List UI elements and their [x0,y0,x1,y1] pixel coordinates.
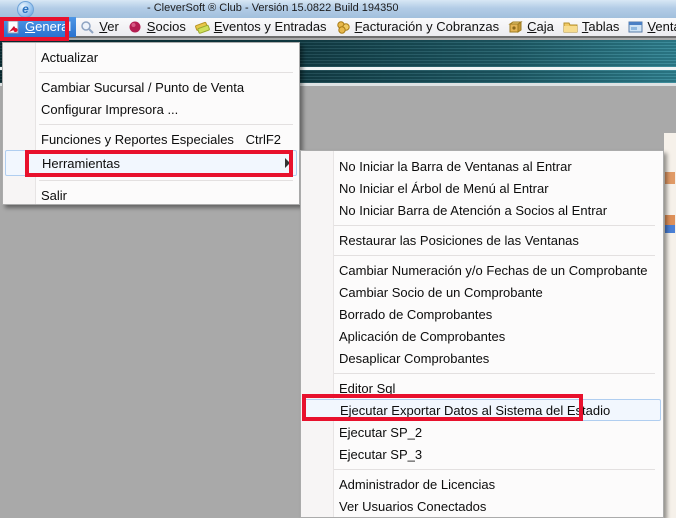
submenu-item-no-iniciar-barra-ventanas[interactable]: No Iniciar la Barra de Ventanas al Entra… [303,155,661,177]
menu-item-funciones-reportes[interactable]: Funciones y Reportes Especiales CtrlF2 [5,128,297,150]
menu-item-label: No Iniciar el Árbol de Menú al Entrar [339,181,549,196]
submenu-item-ejecutar-sp2[interactable]: Ejecutar SP_2 [303,421,661,443]
submenu-item-cambiar-socio[interactable]: Cambiar Socio de un Comprobante [303,281,661,303]
coins-icon [336,20,351,34]
menu-item-label: Actualizar [41,50,98,65]
menubar-item-label: Socios [147,19,186,34]
menubar-item-facturacion[interactable]: Facturación y Cobranzas [332,17,505,37]
app-icon: e [17,1,34,18]
menu-item-configurar-impresora[interactable]: Configurar Impresora ... [5,98,297,120]
submenu-item-ver-usuarios-conectados[interactable]: Ver Usuarios Conectados [303,495,661,517]
menu-separator [301,369,663,377]
menu-item-label: No Iniciar la Barra de Ventanas al Entra… [339,159,572,174]
safe-icon [508,20,523,34]
menu-item-salir[interactable]: Salir [5,184,297,206]
submenu-item-administrador-licencias[interactable]: Administrador de Licencias [303,473,661,495]
menu-separator [301,251,663,259]
submenu-arrow-icon [285,158,290,168]
background-fragment [665,172,675,184]
menu-item-label: Desaplicar Comprobantes [339,351,489,366]
menu-item-label: Ejecutar Exportar Datos al Sistema del E… [340,403,610,418]
menu-item-label: Ver Usuarios Conectados [339,499,486,514]
menu-item-label: Administrador de Licencias [339,477,495,492]
menu-item-shortcut: CtrlF2 [246,132,297,147]
menu-separator [3,68,299,76]
menu-separator [301,465,663,473]
submenu-item-borrado-comprobantes[interactable]: Borrado de Comprobantes [303,303,661,325]
title-bar: e - CleverSoft ® Club - Versión 15.0822 … [0,0,676,18]
submenu-item-restaurar-posiciones[interactable]: Restaurar las Posiciones de las Ventanas [303,229,661,251]
menu-item-label: Cambiar Socio de un Comprobante [339,285,543,300]
menu-item-label: Configurar Impresora ... [41,102,178,117]
submenu-item-aplicacion-comprobantes[interactable]: Aplicación de Comprobantes [303,325,661,347]
menu-item-label: Herramientas [42,156,120,171]
general-menu: Actualizar Cambiar Sucursal / Punto de V… [2,42,300,205]
menubar-item-label: Tablas [582,19,620,34]
submenu-item-cambiar-numeracion[interactable]: Cambiar Numeración y/o Fechas de un Comp… [303,259,661,281]
menubar-item-label: Ventanas [647,19,676,34]
tickets-icon [195,20,210,34]
menubar-item-caja[interactable]: Caja [504,17,559,37]
submenu-item-editor-sql[interactable]: Editor Sql [303,377,661,399]
menu-item-label: Ejecutar SP_2 [339,425,422,440]
menu-item-label: Funciones y Reportes Especiales [41,132,234,147]
menubar-item-label: Facturación y Cobranzas [355,19,500,34]
document-seal-icon [6,20,21,34]
window-title: - CleverSoft ® Club - Versión 15.0822 Bu… [147,2,398,14]
menu-item-label: Ejecutar SP_3 [339,447,422,462]
submenu-item-no-iniciar-arbol-menu[interactable]: No Iniciar el Árbol de Menú al Entrar [303,177,661,199]
menu-item-herramientas[interactable]: Herramientas [5,150,297,176]
submenu-item-ejecutar-sp3[interactable]: Ejecutar SP_3 [303,443,661,465]
menu-bar: General Ver Socios Eventos y Entradas Fa… [0,18,676,38]
menu-item-label: Editor Sql [339,381,395,396]
menu-separator [3,120,299,128]
herramientas-submenu: No Iniciar la Barra de Ventanas al Entra… [300,150,664,518]
menubar-item-tablas[interactable]: Tablas [559,17,625,37]
menu-item-label: Cambiar Sucursal / Punto de Venta [41,80,244,95]
background-fragment [665,225,675,233]
menu-item-actualizar[interactable]: Actualizar [5,46,297,68]
submenu-item-no-iniciar-barra-atencion[interactable]: No Iniciar Barra de Atención a Socios al… [303,199,661,221]
menubar-item-label: Ver [99,19,119,34]
menubar-item-general[interactable]: General [2,17,76,37]
menu-item-label: Borrado de Comprobantes [339,307,492,322]
submenu-item-ejecutar-exportar-estadio[interactable]: Ejecutar Exportar Datos al Sistema del E… [303,399,661,421]
menubar-item-socios[interactable]: Socios [124,17,191,37]
menubar-item-label: Eventos y Entradas [214,19,327,34]
menubar-item-label: Caja [527,19,554,34]
menubar-item-label: General [25,19,71,34]
menu-item-label: Salir [41,188,67,203]
menu-item-label: No Iniciar Barra de Atención a Socios al… [339,203,607,218]
member-sphere-icon [128,20,143,34]
menu-item-label: Restaurar las Posiciones de las Ventanas [339,233,579,248]
background-window-edge [664,133,676,518]
menubar-item-ver[interactable]: Ver [76,17,124,37]
window-icon [628,20,643,34]
menu-item-label: Aplicación de Comprobantes [339,329,505,344]
background-fragment [665,215,675,225]
menu-item-cambiar-sucursal[interactable]: Cambiar Sucursal / Punto de Venta [5,76,297,98]
menu-separator [301,221,663,229]
search-icon [80,20,95,34]
menubar-item-ventanas[interactable]: Ventanas [624,17,676,37]
submenu-item-desaplicar-comprobantes[interactable]: Desaplicar Comprobantes [303,347,661,369]
menu-separator [3,176,299,184]
menu-item-label: Cambiar Numeración y/o Fechas de un Comp… [339,263,648,278]
menubar-item-eventos[interactable]: Eventos y Entradas [191,17,332,37]
folder-icon [563,20,578,34]
